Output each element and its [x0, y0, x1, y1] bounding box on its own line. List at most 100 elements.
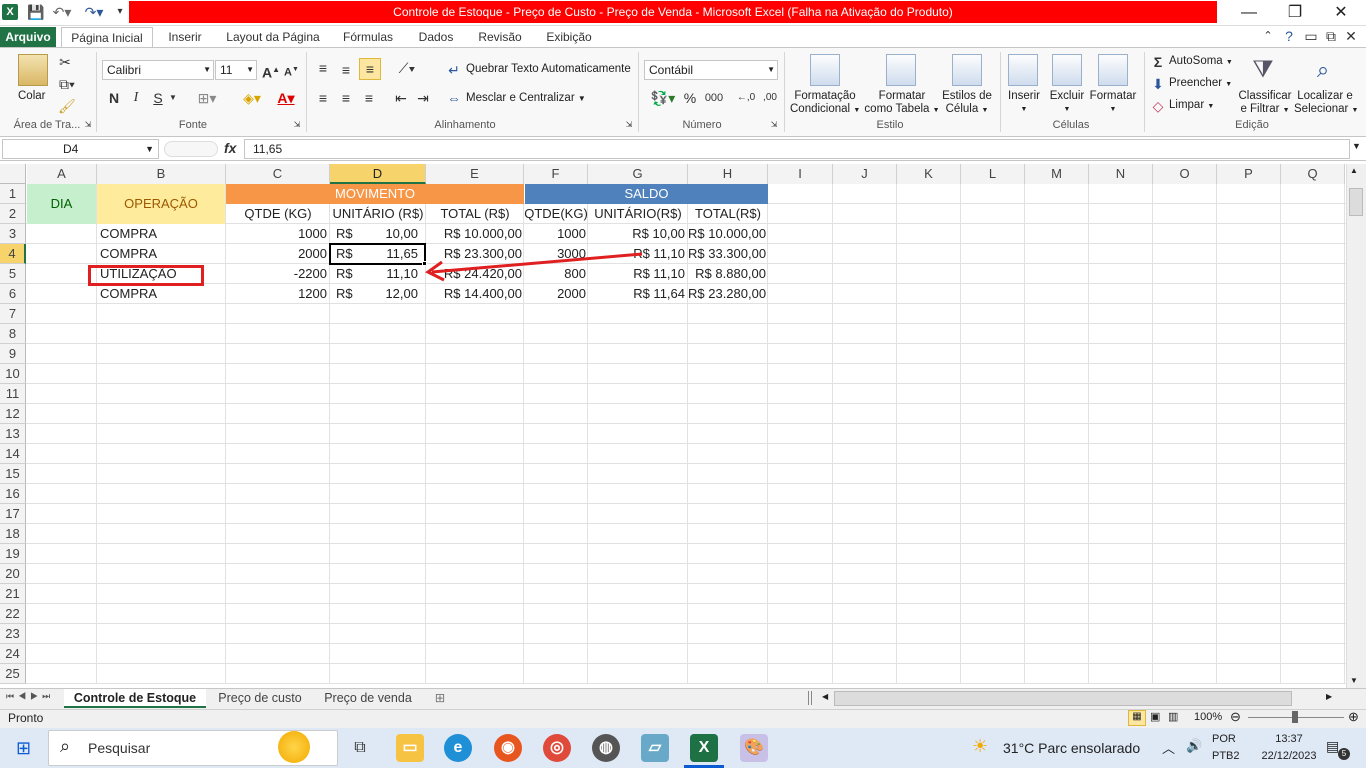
normal-view-icon[interactable]: ▦: [1128, 710, 1146, 726]
cell-saldo-total[interactable]: R$ 33.300,00: [688, 244, 766, 264]
subheader-saldo-qtde[interactable]: QTDE(KG): [524, 204, 588, 224]
row-header-24[interactable]: 24: [0, 644, 26, 664]
shrink-font-icon[interactable]: A▼: [284, 60, 299, 83]
subheader-total[interactable]: TOTAL (R$): [426, 204, 524, 224]
row-header-6[interactable]: 6: [0, 284, 26, 304]
header-operacao[interactable]: OPERAÇÃO: [97, 184, 225, 224]
scroll-down-icon[interactable]: ▼: [1350, 676, 1358, 685]
app-paint-icon[interactable]: 🎨: [740, 734, 768, 762]
row-header-13[interactable]: 13: [0, 424, 26, 444]
dialog-launcher-icon[interactable]: ⇲: [625, 120, 633, 130]
format-as-table-button[interactable]: Formatar como Tabela ▼: [864, 90, 940, 117]
fill-color-icon[interactable]: ◈▾: [238, 88, 266, 108]
cell-operacao[interactable]: COMPRA: [100, 244, 220, 264]
increase-decimal-icon[interactable]: ←,0: [736, 88, 756, 108]
sheet-tab-venda[interactable]: Preço de venda: [316, 689, 420, 708]
row-header-1[interactable]: 1: [0, 184, 26, 204]
cell-saldo-unitario[interactable]: R$ 11,64: [588, 284, 685, 304]
row-header-12[interactable]: 12: [0, 404, 26, 424]
decrease-indent-icon[interactable]: ⇤: [392, 88, 410, 108]
column-header-b[interactable]: B: [97, 164, 226, 184]
conditional-formatting-button[interactable]: Formatação Condicional ▼: [790, 90, 860, 117]
cell-saldo-qtde[interactable]: 2000: [524, 284, 586, 304]
zoom-level[interactable]: 100%: [1194, 711, 1222, 723]
thousands-button[interactable]: 000: [704, 88, 724, 108]
row-header-22[interactable]: 22: [0, 604, 26, 624]
cell-saldo-total[interactable]: R$ 8.880,00: [688, 264, 766, 284]
weather-icon[interactable]: ☀: [972, 736, 988, 757]
formula-input[interactable]: 11,65: [244, 139, 1350, 159]
paste-icon[interactable]: [18, 54, 48, 86]
vertical-scrollbar[interactable]: [1346, 164, 1366, 688]
row-header-11[interactable]: 11: [0, 384, 26, 404]
align-middle-icon[interactable]: ≡: [337, 60, 355, 80]
cell-qtde[interactable]: -2200: [226, 264, 327, 284]
tray-chevron-icon[interactable]: ︿: [1162, 738, 1175, 757]
fill-button[interactable]: Preencher ▼: [1169, 77, 1232, 89]
clear-button[interactable]: Limpar ▼: [1169, 99, 1214, 111]
app-notes-icon[interactable]: ▱: [641, 734, 669, 762]
firefox-icon[interactable]: ◉: [494, 734, 522, 762]
horizontal-scroll-thumb[interactable]: [834, 691, 1292, 706]
scroll-up-icon[interactable]: ▲: [1350, 166, 1358, 175]
sheet-tab-controle[interactable]: Controle de Estoque: [64, 689, 206, 708]
language-code[interactable]: POR: [1212, 733, 1236, 745]
number-format-combo[interactable]: Contábil ▼: [644, 60, 778, 80]
cell-total[interactable]: R$ 14.400,00: [426, 284, 522, 304]
restore-button[interactable]: ❐: [1272, 0, 1318, 26]
tab-revisao[interactable]: Revisão: [472, 27, 528, 48]
column-header-o[interactable]: O: [1153, 164, 1217, 184]
column-header-l[interactable]: L: [961, 164, 1025, 184]
page-break-view-icon[interactable]: ▥: [1168, 710, 1184, 723]
format-cells-icon[interactable]: [1098, 54, 1128, 86]
row-header-2[interactable]: 2: [0, 204, 26, 224]
select-all-corner[interactable]: [0, 164, 26, 184]
delete-cells-icon[interactable]: [1052, 54, 1082, 86]
task-view-icon[interactable]: ⧉: [346, 734, 374, 762]
column-header-d[interactable]: D: [330, 164, 426, 184]
merge-center-button[interactable]: Mesclar e Centralizar ▼: [466, 92, 586, 104]
clock-date[interactable]: 22/12/2023: [1256, 750, 1322, 762]
cut-icon[interactable]: ✂: [58, 52, 72, 72]
insert-cells-button[interactable]: Inserir ▼: [1004, 90, 1044, 116]
row-header-5[interactable]: 5: [0, 264, 26, 284]
tab-split-handle[interactable]: [808, 691, 812, 705]
underline-button[interactable]: S: [150, 88, 166, 108]
customize-qat-icon[interactable]: ▾: [114, 3, 126, 21]
expand-formula-icon[interactable]: ▼: [1352, 141, 1361, 151]
binoculars-icon[interactable]: ⌕: [1308, 54, 1338, 86]
new-sheet-icon[interactable]: ⊞: [428, 689, 452, 708]
cell-operacao[interactable]: COMPRA: [100, 284, 220, 304]
scroll-right-icon[interactable]: ▶: [1326, 692, 1332, 701]
fill-down-icon[interactable]: ⬇: [1150, 74, 1166, 94]
cell-unitario[interactable]: 12,00: [360, 284, 418, 304]
zoom-out-icon[interactable]: ⊖: [1230, 709, 1241, 725]
sort-filter-button[interactable]: Classificar e Filtrar ▼: [1236, 90, 1294, 117]
column-header-k[interactable]: K: [897, 164, 961, 184]
row-header-10[interactable]: 10: [0, 364, 26, 384]
row-header-14[interactable]: 14: [0, 444, 26, 464]
column-header-c[interactable]: C: [226, 164, 330, 184]
column-header-a[interactable]: A: [27, 164, 97, 184]
dialog-launcher-icon[interactable]: ⇲: [293, 120, 301, 130]
tab-dados[interactable]: Dados: [412, 27, 460, 48]
subheader-saldo-unitario[interactable]: UNITÁRIO(R$): [588, 204, 688, 224]
row-header-18[interactable]: 18: [0, 524, 26, 544]
save-icon[interactable]: 💾: [27, 3, 45, 21]
cell-saldo-total[interactable]: R$ 10.000,00: [688, 224, 766, 244]
autosum-icon[interactable]: Σ: [1150, 52, 1166, 72]
cell-qtde[interactable]: 2000: [226, 244, 327, 264]
grow-font-icon[interactable]: A▲: [262, 60, 280, 83]
cell-qtde[interactable]: 1200: [226, 284, 327, 304]
dialog-launcher-icon[interactable]: ⇲: [770, 120, 778, 130]
column-header-h[interactable]: H: [688, 164, 768, 184]
tab-inserir[interactable]: Inserir: [160, 27, 210, 48]
row-header-7[interactable]: 7: [0, 304, 26, 324]
sheet-tab-custo[interactable]: Preço de custo: [210, 689, 310, 708]
formula-splitter[interactable]: [164, 141, 218, 157]
row-header-21[interactable]: 21: [0, 584, 26, 604]
column-header-f[interactable]: F: [524, 164, 588, 184]
find-select-button[interactable]: Localizar e Selecionar ▼: [1294, 90, 1358, 117]
chevron-down-icon[interactable]: ▼: [168, 88, 178, 108]
doc-close-icon[interactable]: ✕: [1344, 27, 1358, 45]
